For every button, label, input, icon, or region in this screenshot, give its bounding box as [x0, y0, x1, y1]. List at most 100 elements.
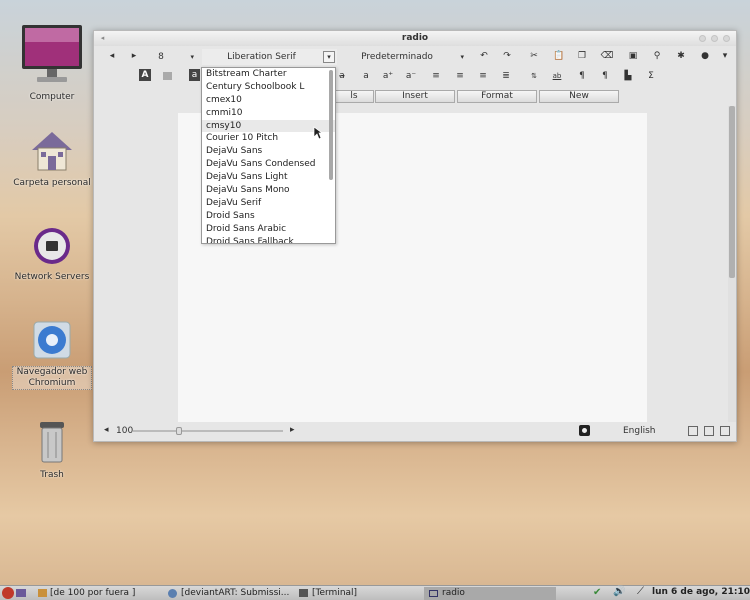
paragraph-toolbar: A a a̶ a a⁺ a⁻ ≡ ≡ ≡ ≣ ⇅ ab ¶ ¶ ▙ Σ: [94, 66, 736, 87]
text-color-icon[interactable]: A: [139, 69, 151, 81]
desktop-icon-label: Trash: [40, 470, 64, 480]
comment-icon[interactable]: ●: [698, 48, 712, 65]
desktop-icon-label: Carpeta personal: [13, 178, 91, 188]
asterisk-icon[interactable]: ✱: [674, 48, 688, 65]
chevron-down-icon[interactable]: ▾: [323, 51, 335, 63]
desktop-icon-network[interactable]: Network Servers: [12, 226, 92, 283]
menu-label: Insert: [402, 91, 428, 101]
page-style-icon[interactable]: ▙: [622, 68, 634, 85]
pilcrow-rtl-icon[interactable]: ¶: [599, 68, 611, 85]
font-option[interactable]: DejaVu Sans: [202, 145, 335, 158]
new-menu-button[interactable]: New: [539, 90, 619, 103]
app-menu-icon[interactable]: [2, 587, 14, 599]
desktop-icon-chromium[interactable]: Navegador web Chromium: [12, 320, 92, 390]
font-option[interactable]: Century Schoolbook L: [202, 81, 335, 94]
minimize-icon[interactable]: [699, 35, 706, 42]
taskbar-task[interactable]: [Terminal]: [312, 587, 412, 600]
subscript-icon[interactable]: a⁻: [405, 68, 417, 85]
task-label: radio: [442, 588, 465, 598]
network-icon[interactable]: ⟋: [637, 586, 644, 597]
font-option[interactable]: DejaVu Sans Mono: [202, 184, 335, 197]
font-option[interactable]: cmex10: [202, 94, 335, 107]
align-left-icon[interactable]: ≡: [430, 68, 442, 85]
undo-icon[interactable]: ↶: [477, 48, 491, 65]
task-label: [de 100 por fuera ]: [50, 588, 136, 598]
font-name-dropdown[interactable]: Bitstream Charter Century Schoolbook L c…: [201, 67, 336, 244]
taskbar: [de 100 por fuera ] [deviantART: Submiss…: [0, 585, 750, 600]
style-combo[interactable]: Predeterminado ▾: [344, 49, 466, 65]
highlight-icon[interactable]: [163, 72, 172, 80]
tools-menu-button[interactable]: ls: [334, 90, 374, 103]
chevron-down-icon[interactable]: ▾: [460, 49, 464, 65]
window-titlebar[interactable]: ◂ radio: [94, 31, 736, 46]
volume-icon[interactable]: 🔊: [613, 586, 625, 597]
zoom-slider-handle[interactable]: [176, 427, 182, 435]
task-label: [deviantART: Submissi...: [181, 588, 290, 598]
align-center-icon[interactable]: ≡: [454, 68, 466, 85]
zoom-out-icon[interactable]: ◂: [104, 425, 109, 435]
prev-icon[interactable]: ◂: [106, 48, 118, 65]
sort-icon[interactable]: ⇅: [527, 68, 541, 85]
search-icon[interactable]: ⚲: [650, 48, 664, 65]
font-option[interactable]: cmmi10: [202, 107, 335, 120]
document-area: [94, 106, 726, 424]
underline-icon[interactable]: a: [360, 68, 372, 85]
font-style-icon[interactable]: a: [189, 69, 200, 81]
desktop-icon-trash[interactable]: Trash: [12, 420, 92, 481]
trash-icon: [40, 422, 64, 463]
multi-page-view-icon[interactable]: [704, 426, 714, 436]
dropdown-scrollbar[interactable]: [329, 70, 333, 180]
close-icon[interactable]: [723, 35, 730, 42]
sum-icon[interactable]: Σ: [645, 68, 657, 85]
insert-menu-button[interactable]: Insert: [375, 90, 455, 103]
insert-object-icon[interactable]: ▣: [626, 48, 640, 65]
taskbar-task-active[interactable]: radio: [424, 587, 556, 600]
menu-label: New: [569, 91, 589, 101]
network-servers-icon: [34, 228, 70, 264]
desktop-icon-label: Computer: [29, 92, 75, 102]
chevron-down-icon[interactable]: ▾: [190, 49, 194, 65]
align-right-icon[interactable]: ≡: [477, 68, 489, 85]
pilcrow-icon[interactable]: ¶: [576, 68, 588, 85]
paste-icon[interactable]: 📋: [552, 48, 566, 65]
vertical-scrollbar[interactable]: [728, 106, 736, 424]
strikethrough-icon[interactable]: a̶: [336, 68, 348, 85]
font-option[interactable]: DejaVu Sans Light: [202, 171, 335, 184]
superscript-icon[interactable]: a⁺: [382, 68, 394, 85]
copy-icon[interactable]: ❐: [575, 48, 589, 65]
book-view-icon[interactable]: [720, 426, 730, 436]
chevron-down-icon[interactable]: ▾: [720, 48, 730, 65]
window-menu-icon[interactable]: ◂: [99, 35, 106, 42]
font-option[interactable]: DejaVu Serif: [202, 197, 335, 210]
scrollbar-thumb[interactable]: [729, 106, 735, 278]
font-option[interactable]: Droid Sans Arabic: [202, 223, 335, 236]
shield-icon[interactable]: ✔: [593, 587, 601, 598]
font-option[interactable]: Bitstream Charter: [202, 68, 335, 81]
cut-icon[interactable]: ✂: [527, 48, 541, 65]
font-name-combo[interactable]: Liberation Serif ▾: [202, 49, 337, 65]
justify-icon[interactable]: ≣: [500, 68, 512, 85]
format-toolbar: ◂ ▸ 8 ▾ Liberation Serif ▾ Predeterminad…: [94, 46, 736, 67]
desktop-icon-home[interactable]: Carpeta personal: [12, 130, 92, 189]
desktop-icon-computer[interactable]: Computer: [12, 24, 92, 103]
taskbar-task[interactable]: [deviantART: Submissi...: [181, 587, 291, 600]
single-page-view-icon[interactable]: [688, 426, 698, 436]
font-option[interactable]: Droid Sans: [202, 210, 335, 223]
delete-icon[interactable]: ⌫: [600, 48, 614, 65]
clock[interactable]: lun 6 de ago, 21:10: [652, 587, 750, 597]
format-menu-button[interactable]: Format: [457, 90, 537, 103]
spellcheck-icon[interactable]: ab: [550, 68, 564, 85]
zoom-slider[interactable]: [133, 427, 283, 435]
show-desktop-icon[interactable]: [16, 589, 26, 597]
font-size-combo[interactable]: 8 ▾: [146, 49, 198, 65]
font-option[interactable]: DejaVu Sans Condensed: [202, 158, 335, 171]
language-label[interactable]: English: [623, 426, 656, 436]
redo-icon[interactable]: ↷: [500, 48, 514, 65]
computer-icon: [22, 25, 82, 82]
zoom-in-icon[interactable]: ▸: [290, 425, 295, 435]
next-icon[interactable]: ▸: [128, 48, 140, 65]
taskbar-task[interactable]: [de 100 por fuera ]: [50, 587, 160, 600]
maximize-icon[interactable]: [711, 35, 718, 42]
font-option[interactable]: Droid Sans Fallback: [202, 236, 335, 243]
record-icon[interactable]: [579, 425, 590, 436]
